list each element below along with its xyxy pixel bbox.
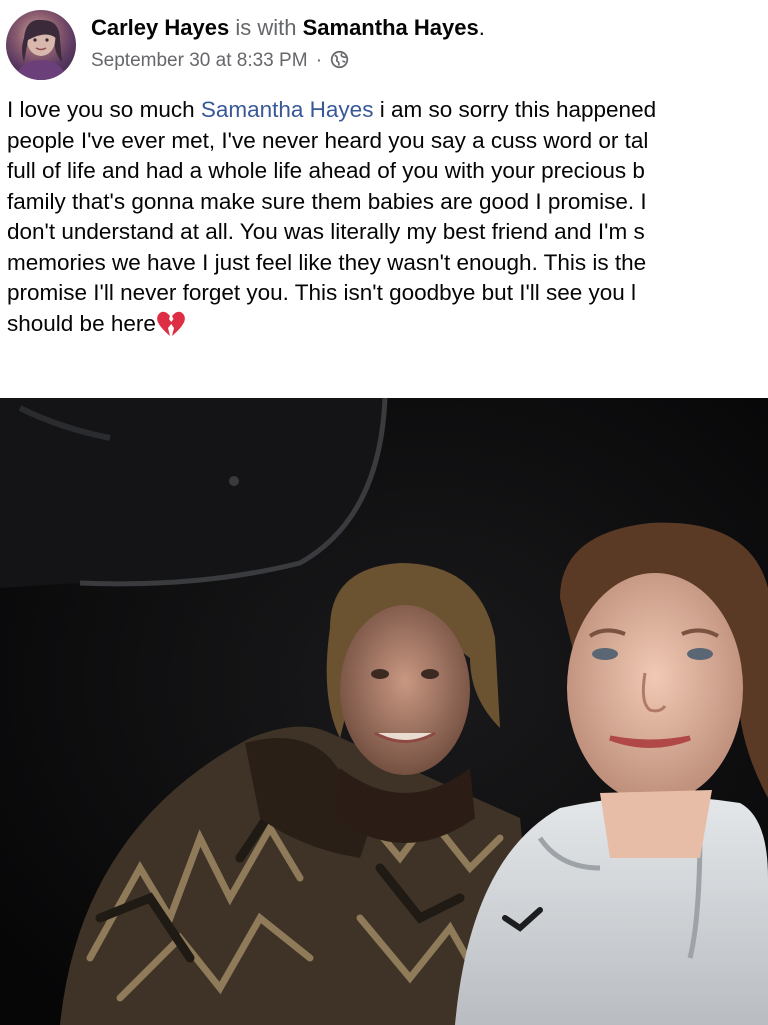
meta-separator: · — [315, 50, 323, 71]
header-line: Carley Hayes is with Samantha Hayes. — [91, 13, 485, 43]
post-text-segment: should be here — [7, 310, 156, 336]
post-text-line: should be here — [7, 309, 768, 340]
post-text-line: promise I'll never forget you. This isn'… — [7, 280, 637, 305]
post-text-line: I love you so much Samantha Hayes i am s… — [7, 95, 768, 126]
post-text-line: don't understand at all. You was literal… — [7, 219, 645, 244]
post-text-line: family that's gonna make sure them babie… — [7, 188, 647, 214]
post-text-segment: i am so sorry this happened — [373, 97, 657, 122]
globe-icon[interactable] — [330, 50, 349, 69]
photo-image — [0, 398, 768, 1025]
post-meta: September 30 at 8:33 PM · — [91, 48, 485, 74]
post-text-line: people I've ever met, I've never heard y… — [7, 127, 649, 153]
post-text-segment: I love you so much — [7, 97, 201, 122]
broken-heart-icon — [156, 310, 186, 338]
post-timestamp[interactable]: September 30 at 8:33 PM — [91, 50, 308, 71]
author-name-link[interactable]: Carley Hayes — [91, 15, 229, 40]
mention-link[interactable]: Samantha Hayes — [201, 97, 374, 122]
avatar-photo — [14, 19, 68, 80]
post-body: I love you so much Samantha Hayes i am s… — [7, 95, 768, 339]
post-photo[interactable] — [0, 398, 768, 1025]
post-header: Carley Hayes is with Samantha Hayes. Sep… — [0, 0, 768, 90]
facebook-post: Carley Hayes is with Samantha Hayes. Sep… — [0, 0, 768, 1025]
header-period: . — [478, 15, 485, 40]
post-text-line: memories we have I just feel like they w… — [7, 249, 647, 275]
with-text: is with — [235, 15, 297, 40]
header-text: Carley Hayes is with Samantha Hayes. Sep… — [91, 13, 485, 74]
tagged-user-link[interactable]: Samantha Hayes — [303, 15, 479, 40]
post-text-line: full of life and had a whole life ahead … — [7, 158, 645, 183]
author-avatar[interactable] — [6, 10, 76, 80]
